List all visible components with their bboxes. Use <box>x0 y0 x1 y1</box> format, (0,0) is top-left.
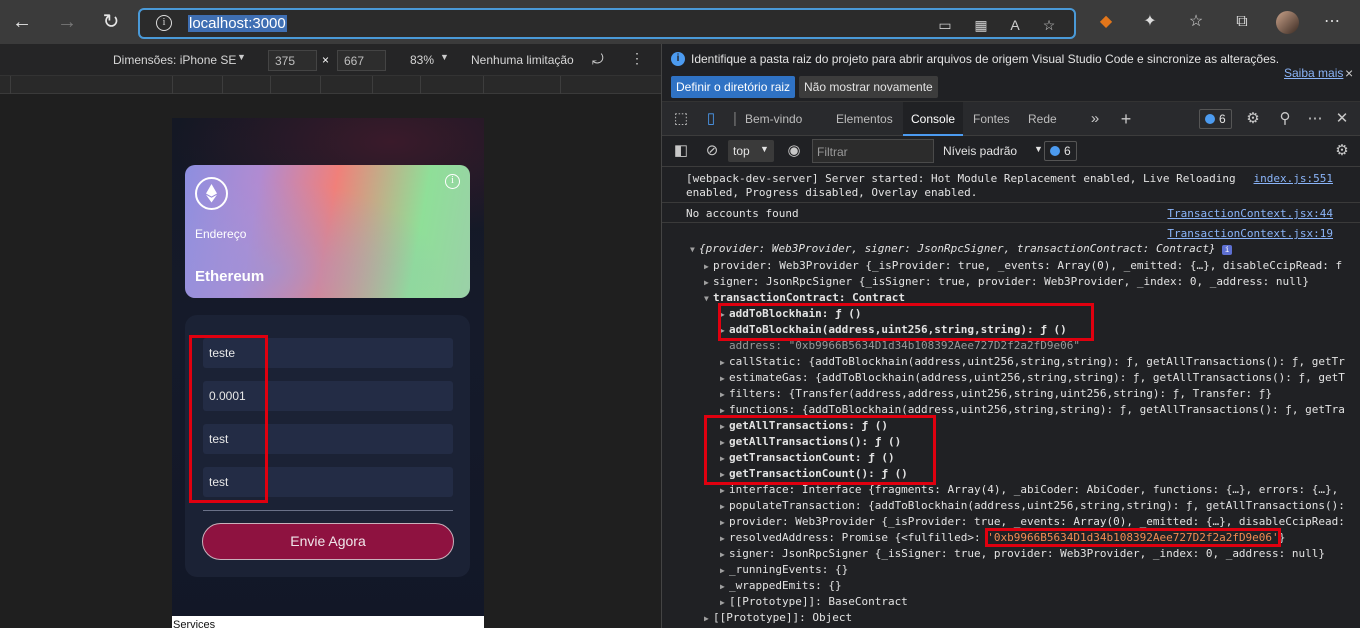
device-toolbar: Dimensões: iPhone SE ▼ 375 × 667 83% ▼ N… <box>0 44 661 76</box>
source-link[interactable]: index.js:551 <box>1254 172 1333 185</box>
tree-node-provider[interactable]: ▶ provider: Web3Provider {_isProvider: tr… <box>704 259 1360 272</box>
device-emulation-pane: Dimensões: iPhone SE ▼ 375 × 667 83% ▼ N… <box>0 44 661 628</box>
dimension-separator: × <box>322 53 330 67</box>
address-bar[interactable]: i localhost:3000 ▭ ▦ A ☆ <box>138 8 1076 39</box>
tree-node-prototype-base-contract[interactable]: ▶ [[Prototype]]: BaseContract <box>720 595 1360 608</box>
dont-show-again-button[interactable]: Não mostrar novamente <box>799 76 938 98</box>
highlight-box-resolved-address <box>985 528 1281 547</box>
tree-node-estimate-gas[interactable]: ▶ estimateGas: {addToBlockhain(address,ui… <box>720 371 1360 384</box>
back-icon[interactable]: ← <box>10 10 34 34</box>
add-tab-icon[interactable]: + <box>1117 110 1135 128</box>
more-icon[interactable]: ⋯ <box>1306 110 1324 128</box>
app-available-icon[interactable]: ▭ <box>936 16 954 34</box>
infobar-message: Identifique a pasta raiz do projeto para… <box>691 52 1280 66</box>
highlight-box-add-to-blockhain <box>718 303 1094 341</box>
device-toggle-icon[interactable]: ▯ <box>702 110 720 128</box>
device-select[interactable]: Dimensões: iPhone SE <box>113 53 236 67</box>
info-icon: i <box>671 52 685 66</box>
tab-elements[interactable]: Elementos <box>828 102 901 136</box>
width-input[interactable]: 375 <box>268 50 317 71</box>
console-output: [webpack-dev-server] Server started: Hot… <box>662 167 1360 628</box>
add-favorite-icon[interactable]: ☆ <box>1040 16 1058 34</box>
more-options-icon[interactable]: ⋮ <box>630 50 644 67</box>
throttle-select[interactable]: Nenhuma limitação <box>471 53 574 67</box>
issues-badge[interactable]: 6 <box>1199 109 1232 129</box>
tab-sources[interactable]: Fontes <box>965 102 1018 136</box>
filter-input[interactable]: Filtrar <box>812 139 934 163</box>
source-link[interactable]: TransactionContext.jsx:19 <box>1167 227 1333 240</box>
device-dropdown-icon[interactable]: ▼ <box>237 52 246 62</box>
tree-node-signer[interactable]: ▶ signer: JsonRpcSigner {_isSigner: true,… <box>704 275 1360 288</box>
favorites-icon[interactable]: ☆ <box>1186 12 1206 32</box>
metamask-extension-icon[interactable]: ◆ <box>1096 12 1116 32</box>
live-expression-icon[interactable]: ◉ <box>785 142 803 160</box>
services-section: Services <box>172 616 484 628</box>
address-label: Endereço <box>195 227 247 241</box>
set-root-directory-button[interactable]: Definir o diretório raiz <box>671 76 796 98</box>
devtools-pane: i Identifique a pasta raiz do projeto pa… <box>661 44 1360 628</box>
ruler <box>0 76 661 94</box>
info-icon[interactable]: i <box>445 174 460 189</box>
tree-node-signer-contract[interactable]: ▶ signer: JsonRpcSigner {_isSigner: true,… <box>720 547 1360 560</box>
settings-more-icon[interactable]: ⋯ <box>1322 12 1342 32</box>
source-link[interactable]: TransactionContext.jsx:44 <box>1167 207 1333 220</box>
site-info-icon[interactable]: i <box>156 15 172 31</box>
log-levels-select[interactable]: Níveis padrão <box>943 144 1017 158</box>
devtools-tabbar: ⬚ ▯ | Bem-vindo Elementos Console Fontes… <box>662 102 1360 136</box>
more-tabs-icon[interactable]: » <box>1086 110 1104 128</box>
context-select[interactable]: top ▼ <box>728 140 774 162</box>
close-icon[interactable]: × <box>1345 65 1353 81</box>
send-now-button[interactable]: Envie Agora <box>202 523 454 560</box>
rotate-icon[interactable]: ⤾ <box>592 51 604 68</box>
forward-icon[interactable]: → <box>55 10 79 34</box>
issues-icon <box>1050 146 1060 156</box>
object-summary[interactable]: ▼ {provider: Web3Provider, signer: JsonRp… <box>690 242 1360 255</box>
height-input[interactable]: 667 <box>337 50 386 71</box>
inspect-icon[interactable]: ⬚ <box>672 110 690 128</box>
highlight-box-get-functions <box>704 415 936 485</box>
tree-node-running-events[interactable]: ▶ _runningEvents: {} <box>720 563 1360 576</box>
ethereum-logo-icon <box>195 177 228 210</box>
clear-console-icon[interactable]: ⊘ <box>703 142 721 160</box>
ethereum-card: i Endereço Ethereum <box>185 165 470 298</box>
tree-node-call-static[interactable]: ▶ callStatic: {addToBlockhain(address,uin… <box>720 355 1360 368</box>
highlight-box-form-fields <box>189 335 268 503</box>
tab-network[interactable]: Rede <box>1020 102 1065 136</box>
devtools-infobar: i Identifique a pasta raiz do projeto pa… <box>662 44 1360 102</box>
tab-console[interactable]: Console <box>903 102 964 136</box>
zoom-select[interactable]: 83% <box>410 53 434 67</box>
levels-dropdown-icon[interactable]: ▼ <box>1034 144 1043 154</box>
console-message: enabled, Progress disabled, Overlay enab… <box>686 186 978 199</box>
tree-node-wrapped-emits[interactable]: ▶ _wrappedEmits: {} <box>720 579 1360 592</box>
chevron-down-icon: ▼ <box>760 144 769 154</box>
console-settings-icon[interactable]: ⚙ <box>1333 142 1351 160</box>
divider <box>203 510 453 511</box>
profile-avatar[interactable] <box>1276 11 1299 34</box>
tree-node-prototype-object[interactable]: ▶ [[Prototype]]: Object <box>704 611 1360 624</box>
console-message: [webpack-dev-server] Server started: Hot… <box>686 172 1236 185</box>
tree-node-populate-transaction[interactable]: ▶ populateTransaction: {addToBlockhain(ad… <box>720 499 1360 512</box>
close-devtools-icon[interactable]: ✕ <box>1333 110 1351 128</box>
browser-toolbar: ← → ↻ i localhost:3000 ▭ ▦ A ☆ ◆ ✦ ☆ ⧉ ⋯ <box>0 0 1360 44</box>
collections-icon[interactable]: ⧉ <box>1232 12 1252 32</box>
url-text[interactable]: localhost:3000 <box>188 15 287 32</box>
issues-icon <box>1205 114 1215 124</box>
extensions-icon[interactable]: ✦ <box>1140 12 1160 32</box>
learn-more-link[interactable]: Saiba mais <box>1284 66 1343 80</box>
sidebar-toggle-icon[interactable]: ◧ <box>672 142 690 160</box>
tree-node-provider-contract[interactable]: ▶ provider: Web3Provider {_isProvider: tr… <box>720 515 1360 528</box>
reload-icon[interactable]: ↻ <box>99 10 123 34</box>
qr-code-icon[interactable]: ▦ <box>972 16 990 34</box>
settings-gear-icon[interactable]: ⚙ <box>1244 110 1262 128</box>
console-toolbar: ◧ ⊘ top ▼ ◉ Filtrar Níveis padrão ▼ 6 ⚙ <box>662 136 1360 167</box>
read-aloud-icon[interactable]: A <box>1006 16 1024 34</box>
tab-welcome[interactable]: Bem-vindo <box>737 102 810 136</box>
zoom-dropdown-icon[interactable]: ▼ <box>440 52 449 62</box>
console-issues-badge[interactable]: 6 <box>1044 141 1077 161</box>
tree-node-filters[interactable]: ▶ filters: {Transfer(address,address,uint… <box>720 387 1360 400</box>
info-icon: i <box>1222 245 1233 255</box>
network-name: Ethereum <box>195 268 265 285</box>
customize-icon[interactable]: ⚲ <box>1276 110 1294 128</box>
